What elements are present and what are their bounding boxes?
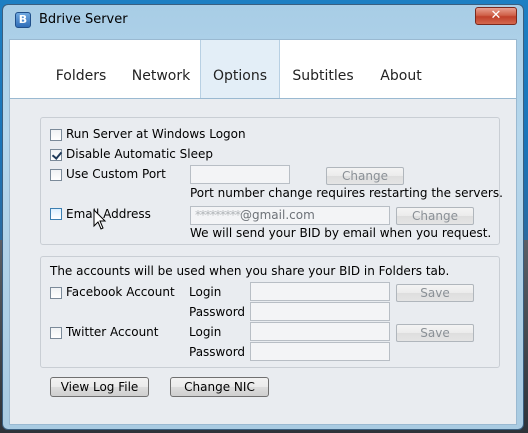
custom-port-label[interactable]: Use Custom Port xyxy=(66,167,166,181)
facebook-password-label: Password xyxy=(189,305,246,319)
app-icon: B xyxy=(15,12,31,28)
twitter-label[interactable]: Twitter Account xyxy=(66,325,158,339)
run-server-label[interactable]: Run Server at Windows Logon xyxy=(66,127,246,141)
tab-subtitles[interactable]: Subtitles xyxy=(280,40,366,98)
twitter-login-field[interactable] xyxy=(250,322,390,341)
port-change-button[interactable]: Change xyxy=(326,167,404,185)
twitter-password-label: Password xyxy=(189,345,246,359)
app-window: B Bdrive Server ✕ Folders Network Option… xyxy=(2,4,524,430)
port-field[interactable] xyxy=(190,165,290,184)
window-title: Bdrive Server xyxy=(39,12,128,27)
email-domain: @gmail.com xyxy=(240,208,315,222)
twitter-login-label: Login xyxy=(189,325,222,339)
facebook-checkbox[interactable] xyxy=(50,287,62,299)
close-button[interactable]: ✕ xyxy=(475,7,517,25)
twitter-password-field[interactable] xyxy=(250,342,390,361)
twitter-save-button[interactable]: Save xyxy=(396,324,474,342)
title-bar[interactable]: B Bdrive Server ✕ xyxy=(3,5,523,35)
disable-sleep-label[interactable]: Disable Automatic Sleep xyxy=(66,147,213,161)
port-note: Port number change requires restarting t… xyxy=(190,186,503,200)
view-log-button[interactable]: View Log File xyxy=(50,377,149,397)
email-masked-local: ********* xyxy=(195,208,241,222)
custom-port-checkbox[interactable] xyxy=(50,169,62,181)
email-change-button[interactable]: Change xyxy=(396,207,474,225)
facebook-password-field[interactable] xyxy=(250,302,390,321)
email-note: We will send your BID by email when you … xyxy=(190,226,492,240)
twitter-checkbox[interactable] xyxy=(50,327,62,339)
tab-options[interactable]: Options xyxy=(200,40,280,98)
tab-about[interactable]: About xyxy=(366,40,436,98)
email-field[interactable]: *********@gmail.com xyxy=(190,206,390,225)
facebook-save-button[interactable]: Save xyxy=(396,284,474,302)
disable-sleep-checkbox[interactable] xyxy=(50,149,62,161)
email-label[interactable]: Email Address xyxy=(66,207,151,221)
facebook-login-label: Login xyxy=(189,285,222,299)
options-panel: Run Server at Windows Logon Disable Auto… xyxy=(9,99,517,425)
facebook-label[interactable]: Facebook Account xyxy=(66,285,175,299)
change-nic-button[interactable]: Change NIC xyxy=(170,377,269,397)
email-checkbox[interactable] xyxy=(50,208,62,220)
tab-bar: Folders Network Options Subtitles About xyxy=(9,39,517,99)
mouse-cursor-icon xyxy=(93,209,107,230)
accounts-group: The accounts will be used when you share… xyxy=(40,256,500,368)
facebook-login-field[interactable] xyxy=(250,282,390,301)
tab-folders[interactable]: Folders xyxy=(42,40,120,98)
run-server-checkbox[interactable] xyxy=(50,129,62,141)
accounts-intro: The accounts will be used when you share… xyxy=(50,264,450,278)
tab-network[interactable]: Network xyxy=(120,40,202,98)
general-options-group: Run Server at Windows Logon Disable Auto… xyxy=(40,117,503,245)
